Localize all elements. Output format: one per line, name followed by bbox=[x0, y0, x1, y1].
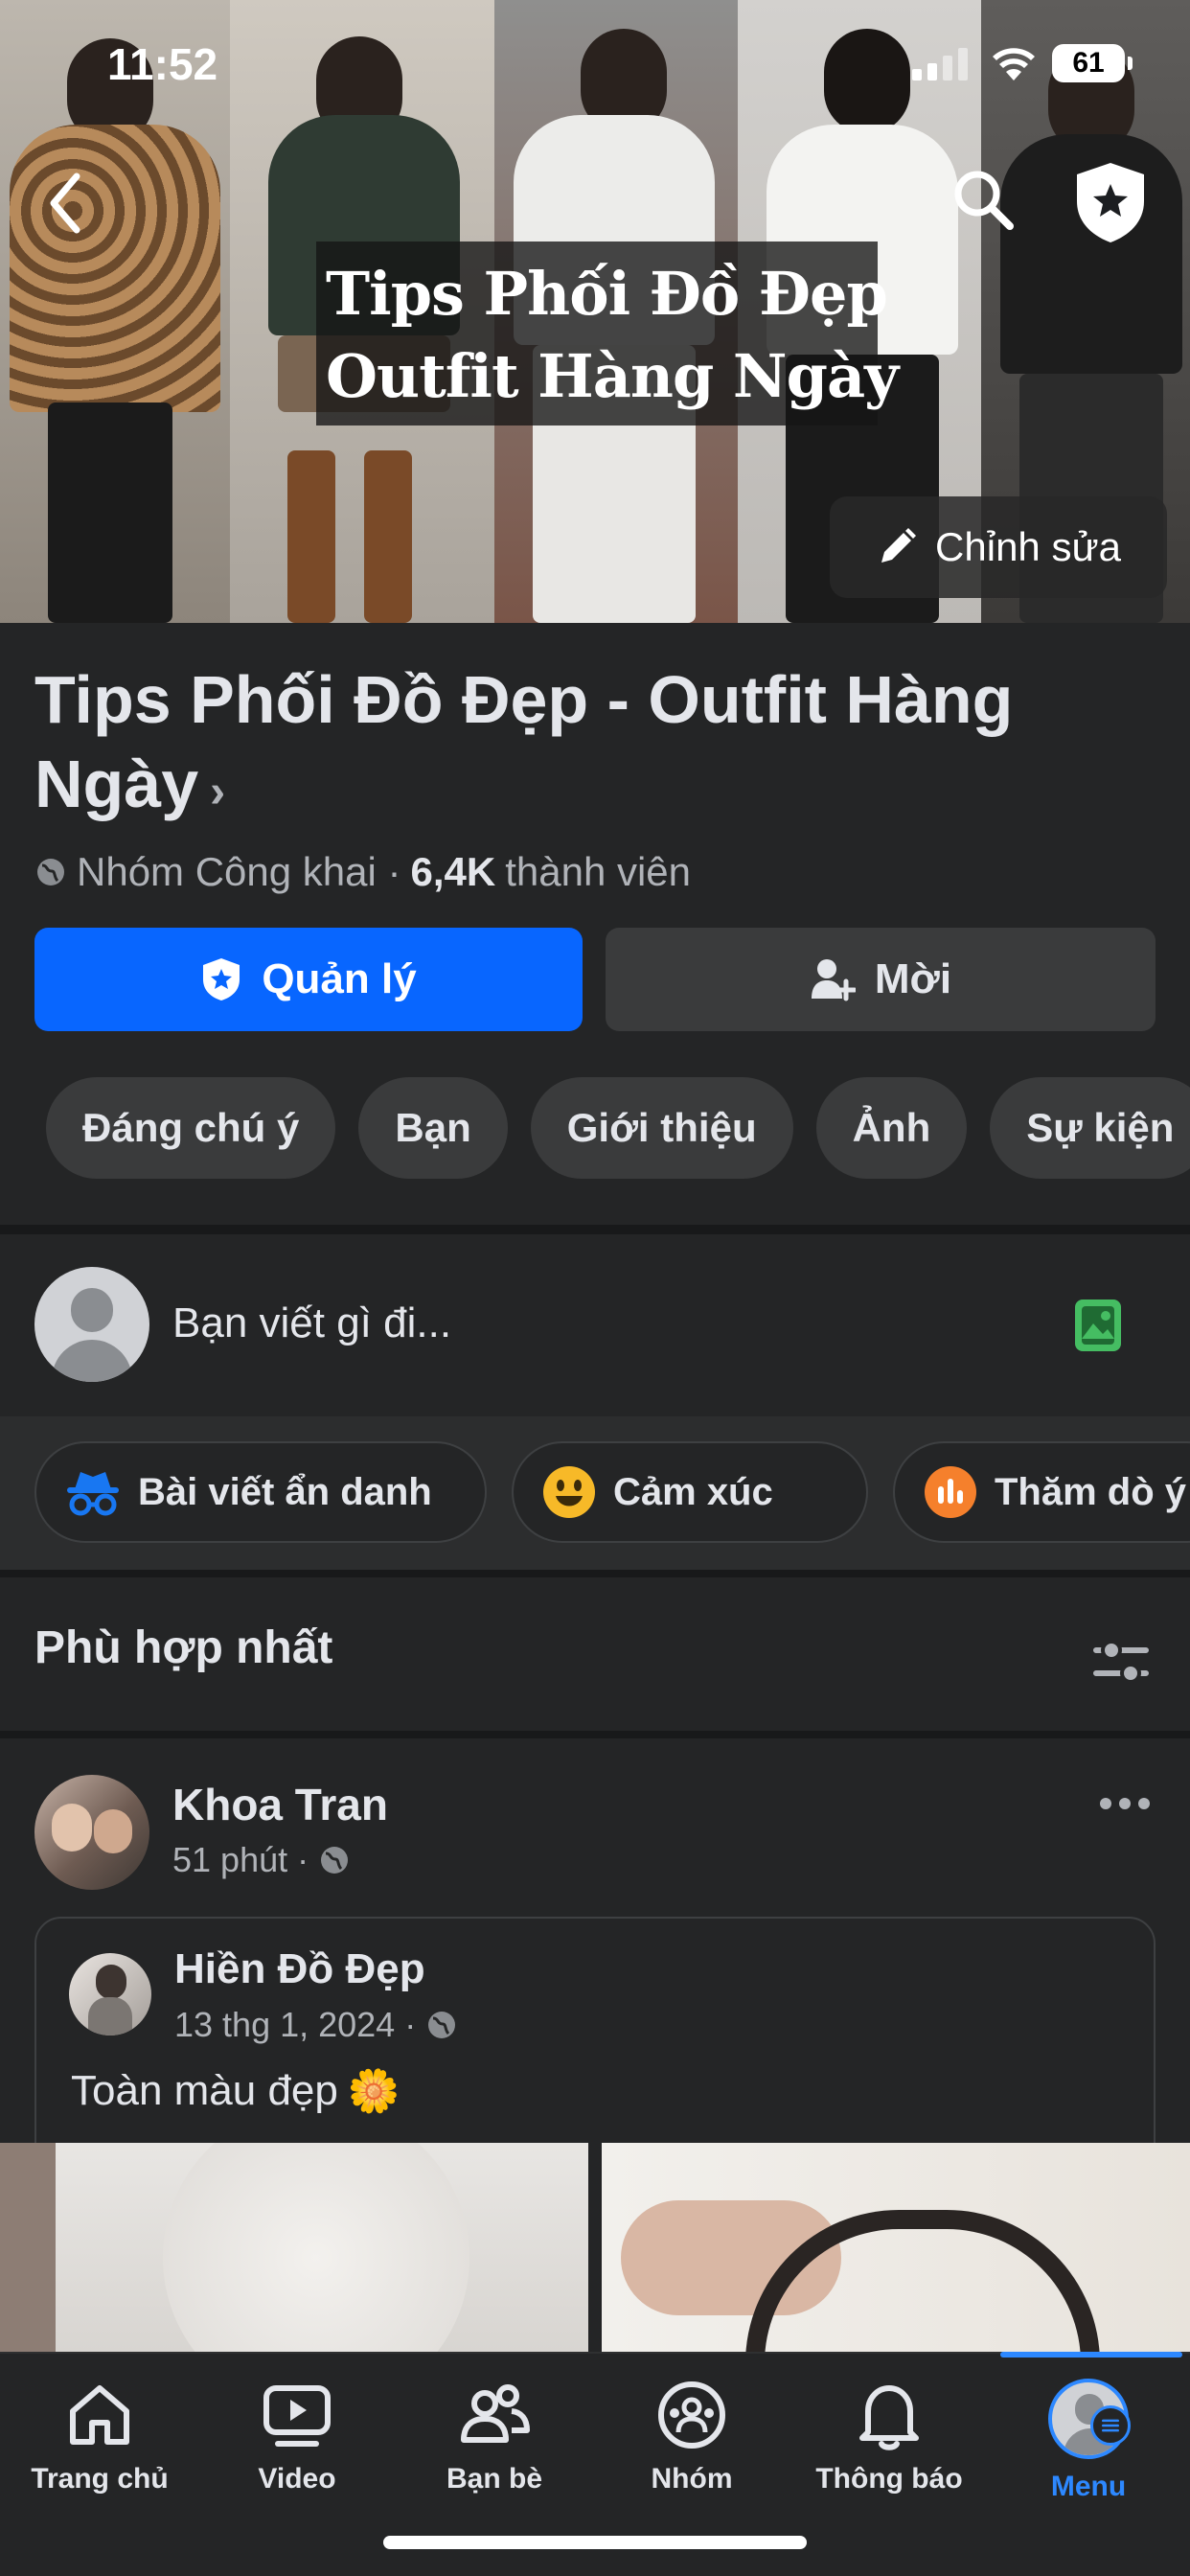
battery-indicator: 61 bbox=[1052, 44, 1133, 82]
member-label: thành viên bbox=[505, 849, 692, 894]
feeling-label: Cảm xúc bbox=[613, 1470, 773, 1513]
tab-events[interactable]: Sự kiện bbox=[990, 1077, 1190, 1179]
member-count: 6,4K bbox=[410, 849, 496, 894]
shared-author-avatar[interactable] bbox=[69, 1953, 151, 2036]
cover-title-line-1: Tips Phối Đồ Đẹp bbox=[326, 259, 888, 329]
tab-friends[interactable]: Bạn bbox=[358, 1077, 508, 1179]
group-privacy: Nhóm Công khai · bbox=[77, 849, 401, 894]
nav-notifications-label: Thông báo bbox=[815, 2463, 963, 2495]
nav-notifications[interactable]: Thông báo bbox=[793, 2379, 985, 2496]
anonymous-post-label: Bài viết ẩn danh bbox=[138, 1470, 432, 1513]
post-photo-1[interactable] bbox=[0, 2143, 588, 2352]
globe-icon bbox=[321, 1847, 349, 1874]
group-info: Tips Phối Đồ Đẹp - Outfit Hàng Ngày › Nhó… bbox=[0, 623, 1190, 1227]
shared-author[interactable]: Hiền Đồ Đẹp bbox=[174, 1945, 425, 1993]
tab-featured[interactable]: Đáng chú ý bbox=[46, 1077, 336, 1179]
video-icon bbox=[263, 2385, 331, 2447]
post-meta: 51 phút · bbox=[172, 1840, 351, 1880]
invite-label: Mời bbox=[874, 955, 952, 1002]
manage-label: Quản lý bbox=[262, 955, 417, 1002]
wifi-icon bbox=[993, 48, 1035, 80]
group-name-text: Tips Phối Đồ Đẹp - Outfit Hàng Ngày bbox=[34, 662, 1014, 821]
edit-cover-button[interactable]: Chỉnh sửa bbox=[830, 496, 1167, 598]
globe-icon bbox=[37, 859, 64, 886]
feeling-button[interactable]: Cảm xúc bbox=[512, 1441, 868, 1543]
home-icon bbox=[70, 2385, 129, 2445]
globe-icon bbox=[428, 2012, 456, 2038]
section-divider bbox=[0, 1225, 1190, 1234]
group-cover-photo[interactable]: 11:52 61 Tips Phối Đồ Đẹp Outfit Hàng Ng… bbox=[0, 0, 1190, 623]
shared-post-caption: Toàn màu đẹp bbox=[71, 2067, 338, 2114]
nav-menu-label: Menu bbox=[1050, 2471, 1127, 2502]
search-icon[interactable] bbox=[949, 165, 1018, 234]
tab-about[interactable]: Giới thiệu bbox=[530, 1077, 793, 1179]
pencil-icon bbox=[881, 528, 917, 563]
bottom-navigation: Trang chủ Video Bạn bè Nhóm Thông báo Me… bbox=[0, 2352, 1190, 2576]
back-arrow-icon[interactable] bbox=[38, 165, 96, 242]
smiley-icon bbox=[543, 1466, 595, 1518]
poll-label: Thăm dò ý bbox=[995, 1470, 1187, 1513]
bell-icon bbox=[859, 2385, 919, 2450]
nav-menu[interactable]: Menu bbox=[993, 2379, 1184, 2503]
section-divider bbox=[0, 1570, 1190, 1577]
author-avatar[interactable] bbox=[34, 1775, 149, 1890]
section-divider bbox=[0, 1731, 1190, 1738]
nav-groups[interactable]: Nhóm bbox=[596, 2379, 788, 2496]
nav-home[interactable]: Trang chủ bbox=[4, 2379, 195, 2496]
home-indicator bbox=[383, 2536, 807, 2549]
poll-button[interactable]: Thăm dò ý bbox=[893, 1441, 1190, 1543]
group-meta: Nhóm Công khai · 6,4K thành viên bbox=[34, 849, 691, 895]
nav-video[interactable]: Video bbox=[201, 2379, 393, 2496]
status-time: 11:52 bbox=[107, 39, 218, 89]
user-avatar bbox=[34, 1267, 149, 1382]
composer-actions: Bài viết ẩn danh Cảm xúc Thăm dò ý bbox=[0, 1416, 1190, 1570]
friends-icon bbox=[461, 2384, 530, 2443]
feed-header: Phù hợp nhất bbox=[0, 1577, 1190, 1731]
add-person-icon bbox=[811, 959, 856, 1001]
nav-friends-label: Bạn bè bbox=[446, 2463, 543, 2495]
post-composer[interactable]: Bạn viết gì đi... bbox=[0, 1234, 1190, 1416]
nav-home-label: Trang chủ bbox=[31, 2463, 169, 2495]
cover-title-line-2: Outfit Hàng Ngày bbox=[326, 341, 899, 411]
anonymous-post-button[interactable]: Bài viết ẩn danh bbox=[34, 1441, 487, 1543]
cover-title-overlay: Tips Phối Đồ Đẹp Outfit Hàng Ngày bbox=[316, 242, 899, 426]
flower-emoji: 🌼 bbox=[347, 2068, 400, 2115]
group-tabs: Đáng chú ý Bạn Giới thiệu Ảnh Sự kiện bbox=[46, 1077, 1190, 1179]
post-time[interactable]: 51 phút · bbox=[172, 1840, 309, 1880]
group-name[interactable]: Tips Phối Đồ Đẹp - Outfit Hàng Ngày › bbox=[34, 657, 1127, 835]
shared-post-meta: 13 thg 1, 2024 · bbox=[174, 2005, 458, 2045]
invite-button[interactable]: Mời bbox=[606, 928, 1156, 1031]
edit-cover-label: Chỉnh sửa bbox=[935, 524, 1121, 569]
photo-icon[interactable] bbox=[1073, 1298, 1123, 1353]
active-tab-indicator bbox=[1000, 2352, 1182, 2358]
shield-icon bbox=[203, 958, 240, 1000]
menu-badge-icon bbox=[1090, 2405, 1131, 2446]
filter-sliders-icon[interactable] bbox=[1092, 1637, 1150, 1687]
nav-friends[interactable]: Bạn bè bbox=[399, 2379, 590, 2496]
more-options-icon[interactable] bbox=[1100, 1798, 1150, 1809]
chevron-right-icon: › bbox=[210, 767, 226, 817]
post-photo-2[interactable] bbox=[602, 2143, 1190, 2352]
anonymous-icon bbox=[67, 1472, 119, 1516]
nav-video-label: Video bbox=[258, 2463, 336, 2495]
manage-button[interactable]: Quản lý bbox=[34, 928, 583, 1031]
shared-post-time: 13 thg 1, 2024 · bbox=[174, 2005, 417, 2044]
composer-placeholder[interactable]: Bạn viết gì đi... bbox=[172, 1300, 451, 1347]
nav-groups-label: Nhóm bbox=[651, 2463, 733, 2495]
feed-sort-title: Phù hợp nhất bbox=[34, 1622, 333, 1673]
groups-icon bbox=[658, 2381, 725, 2449]
poll-icon bbox=[925, 1466, 976, 1518]
feed-post: Khoa Tran 51 phút · Hiền Đồ Đẹp 13 thg 1… bbox=[0, 1738, 1190, 2352]
tab-photos[interactable]: Ảnh bbox=[815, 1077, 968, 1179]
admin-shield-icon[interactable] bbox=[1071, 159, 1150, 245]
shared-post-text: Toàn màu đẹp 🌼 bbox=[71, 2066, 400, 2116]
status-bar: 11:52 61 bbox=[0, 0, 1190, 125]
post-author[interactable]: Khoa Tran bbox=[172, 1779, 388, 1830]
cell-signal-icon bbox=[912, 48, 968, 80]
